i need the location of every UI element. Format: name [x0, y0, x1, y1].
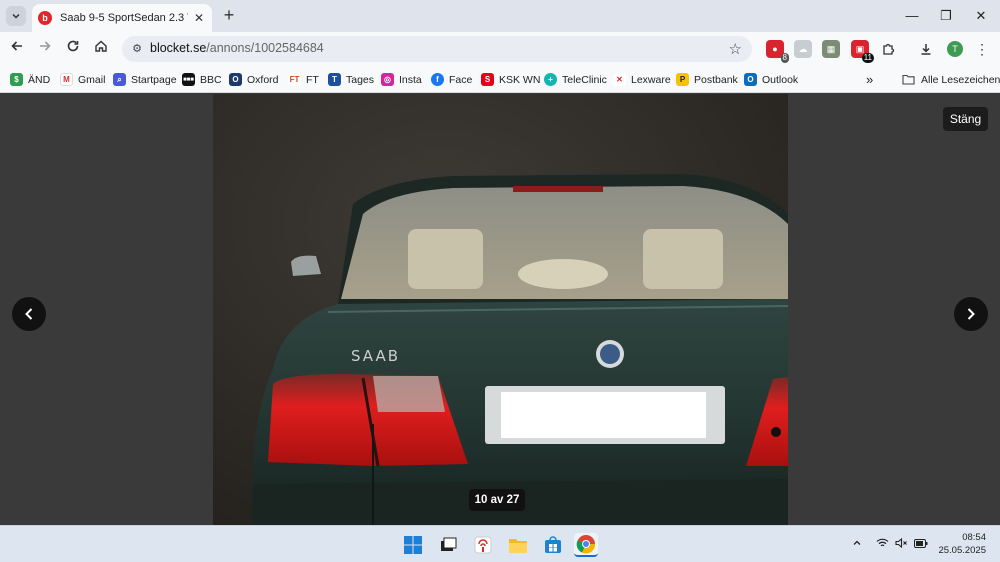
extension-puzzle-green-icon[interactable]: ▦	[822, 40, 840, 58]
show-hidden-icons-chevron-icon[interactable]	[852, 537, 862, 551]
bookmarks-bar: $ ÄND M Gmail ⌕ Startpage ■■■ BBC O Oxford FT…	[0, 66, 1000, 93]
extension-cloud-icon[interactable]: ☁	[794, 40, 812, 58]
extensions-puzzle-icon[interactable]	[879, 40, 897, 58]
download-icon[interactable]	[917, 40, 935, 58]
address-bar[interactable]: ⚙ blocket.se/annons/1002584684 ☆	[122, 36, 752, 62]
tab-title: Saab 9-5 SportSedan 2.3 T sälje	[60, 12, 188, 24]
tab-strip: b Saab 9-5 SportSedan 2.3 T sälje ✕ + — …	[0, 0, 1000, 32]
volume-muted-icon[interactable]	[895, 537, 908, 551]
clock-time: 08:54	[962, 532, 986, 543]
tages-icon: T	[328, 73, 341, 86]
windows-start-icon[interactable]	[401, 533, 425, 557]
chevron-right-icon	[967, 308, 975, 320]
chrome-icon[interactable]	[574, 533, 598, 557]
image-counter: 10 av 27	[469, 489, 525, 511]
bookmark-lexware[interactable]: ✕ Lexware	[613, 71, 671, 88]
home-icon	[95, 40, 107, 52]
instagram-icon: ◎	[381, 73, 394, 86]
blocket-favicon-icon: b	[38, 11, 52, 25]
bookmark-bbc[interactable]: ■■■ BBC	[182, 71, 222, 88]
back-arrow-icon	[11, 41, 22, 51]
forward-button[interactable]	[34, 38, 56, 60]
profile-avatar[interactable]: T	[947, 41, 963, 57]
postbank-icon: P	[676, 73, 689, 86]
back-button[interactable]	[6, 38, 28, 60]
reload-button[interactable]	[62, 38, 84, 60]
browser-toolbar: ⚙ blocket.se/annons/1002584684 ☆ ● 8 ☁ ▦ …	[0, 32, 1000, 66]
bookmark-face[interactable]: f Face	[431, 71, 472, 88]
app-red-icon[interactable]	[471, 533, 495, 557]
forward-arrow-icon	[40, 41, 51, 51]
wifi-icon[interactable]	[876, 537, 889, 551]
bookmark-postbank[interactable]: P Postbank	[676, 71, 738, 88]
previous-image-button[interactable]	[12, 297, 46, 331]
extension-red-2-icon[interactable]: ▣ 11	[851, 40, 874, 63]
task-view-icon[interactable]	[436, 533, 460, 557]
site-info-icon[interactable]: ⚙	[130, 42, 144, 56]
all-bookmarks-button[interactable]: Alle Lesezeichen	[902, 71, 1000, 88]
bookmark-teleclinic[interactable]: + TeleClinic	[544, 71, 607, 88]
folder-icon	[902, 74, 915, 85]
bookmark-ft[interactable]: FT FT	[288, 71, 319, 88]
bookmark-gmail[interactable]: M Gmail	[60, 71, 105, 88]
menu-kebab-icon[interactable]: ⋮	[973, 40, 991, 58]
file-explorer-icon[interactable]	[506, 533, 530, 557]
spreadsheet-icon: $	[10, 73, 23, 86]
url-text: blocket.se/annons/1002584684	[150, 41, 324, 55]
sparkasse-icon: S	[481, 73, 494, 86]
bookmark-star-icon[interactable]: ☆	[729, 40, 742, 58]
bookmark-tages[interactable]: T Tages	[328, 71, 374, 88]
close-viewer-button[interactable]: Stäng	[943, 107, 988, 131]
lexware-icon: ✕	[613, 73, 626, 86]
oxford-icon: O	[229, 73, 242, 86]
next-image-button[interactable]	[954, 297, 988, 331]
ft-icon: FT	[288, 73, 301, 86]
chevron-down-icon	[12, 13, 20, 19]
magnifier-icon: ⌕	[113, 73, 126, 86]
car-photo: SAAB	[213, 94, 788, 525]
system-clock[interactable]: 08:54 25.05.2025	[938, 531, 986, 557]
microsoft-store-icon[interactable]	[541, 533, 565, 557]
battery-icon[interactable]	[914, 537, 928, 551]
outlook-icon: O	[744, 73, 757, 86]
minimize-button[interactable]: —	[897, 4, 927, 28]
bookmark-ksk-wn[interactable]: S KSK WN	[481, 71, 540, 88]
clock-date: 25.05.2025	[938, 545, 986, 556]
teleclinic-icon: +	[544, 73, 557, 86]
windows-taskbar: 08:54 25.05.2025	[0, 525, 1000, 562]
facebook-icon: f	[431, 73, 444, 86]
reload-icon	[67, 40, 79, 52]
bbc-icon: ■■■	[182, 73, 195, 86]
chevron-left-icon	[25, 308, 33, 320]
more-bookmarks-chevron-icon[interactable]: »	[866, 71, 873, 88]
saab-rear-photo: SAAB	[213, 94, 788, 525]
bookmark-insta[interactable]: ◎ Insta	[381, 71, 422, 88]
gmail-icon: M	[60, 73, 73, 86]
bookmark-startpage[interactable]: ⌕ Startpage	[113, 71, 177, 88]
extension-red-icon[interactable]: ● 8	[766, 40, 789, 63]
active-tab[interactable]: b Saab 9-5 SportSedan 2.3 T sälje ✕	[32, 4, 212, 32]
bookmark-and[interactable]: $ ÄND	[10, 71, 50, 88]
tab-search-button[interactable]	[6, 6, 26, 26]
bookmark-oxford[interactable]: O Oxford	[229, 71, 279, 88]
restore-button[interactable]: ❐	[931, 4, 961, 28]
close-window-button[interactable]: ✕	[966, 4, 996, 28]
tab-close-icon[interactable]: ✕	[192, 11, 206, 25]
bookmark-outlook[interactable]: O Outlook	[744, 71, 798, 88]
home-button[interactable]	[90, 38, 112, 60]
image-viewer: SAAB Stäng 10 av 27	[0, 94, 1000, 525]
saab-badge: SAAB	[351, 347, 400, 365]
new-tab-button[interactable]: +	[220, 6, 238, 24]
